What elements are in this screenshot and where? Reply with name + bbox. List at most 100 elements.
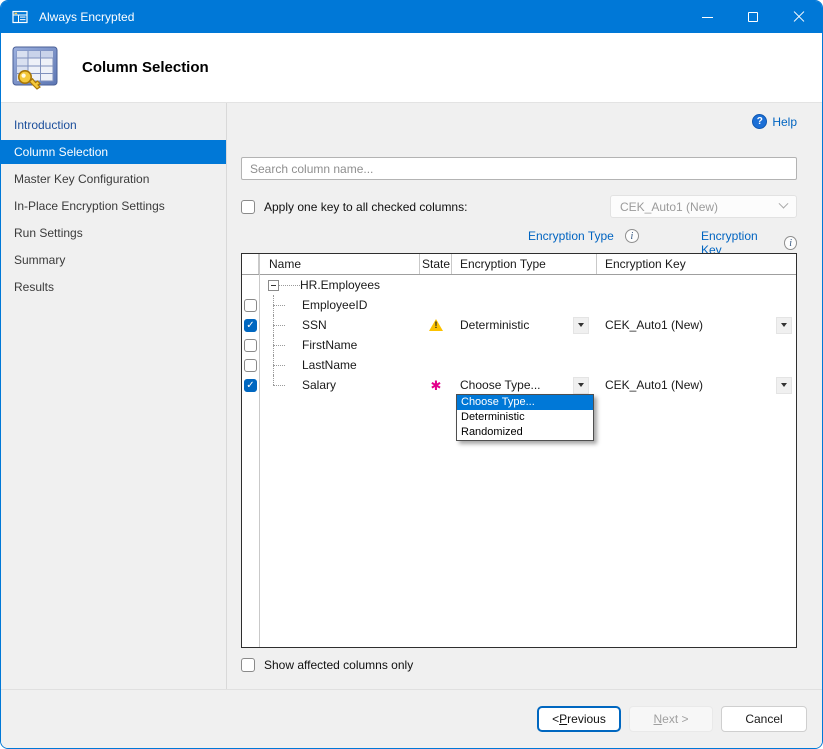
encryption-key-dropdown-button[interactable]	[776, 377, 792, 394]
encryption-key-dropdown-button[interactable]	[776, 317, 792, 334]
name-cell: Salary	[259, 375, 420, 395]
encryption-key-cell	[597, 355, 796, 375]
encryption-key-value: CEK_Auto1 (New)	[605, 318, 776, 332]
table-name: HR.Employees	[300, 278, 380, 292]
tree-connector	[273, 375, 274, 385]
encryption-key-cell	[597, 275, 796, 295]
dropdown-option-choose-type[interactable]: Choose Type...	[457, 395, 593, 410]
row-checkbox-cell: ✓	[242, 319, 259, 332]
titlebar: Always Encrypted	[1, 1, 822, 33]
row-checkbox[interactable]	[244, 339, 257, 352]
cek-select-value: CEK_Auto1 (New)	[620, 200, 718, 214]
grid-group-row[interactable]: HR.Employees	[242, 275, 796, 295]
header-name: Name	[259, 254, 420, 274]
dropdown-arrow-icon	[781, 383, 787, 387]
row-checkbox[interactable]: ✓	[244, 319, 257, 332]
encryption-type-cell	[452, 275, 597, 295]
maximize-button[interactable]	[730, 1, 776, 33]
column-info-links-row: Encryption Type i Encryption Key i	[241, 229, 797, 245]
grid-row-firstname[interactable]: FirstName	[242, 335, 796, 355]
encryption-key-cell	[597, 295, 796, 315]
show-affected-label: Show affected columns only	[264, 658, 413, 672]
help-icon: ?	[752, 114, 767, 129]
name-cell: SSN	[259, 315, 420, 335]
app-icon	[12, 9, 29, 25]
encryption-key-cell: CEK_Auto1 (New)	[597, 315, 796, 335]
grid-row-ssn[interactable]: ✓SSN! Deterministic CEK_Auto1 (New)	[242, 315, 796, 335]
sidebar-item-summary[interactable]: Summary	[1, 248, 226, 272]
dropdown-arrow-icon	[781, 323, 787, 327]
sidebar-item-results[interactable]: Results	[1, 275, 226, 299]
cancel-button[interactable]: Cancel	[721, 706, 807, 732]
show-affected-checkbox[interactable]	[241, 658, 255, 672]
columns-grid: Name State Encryption Type Encryption Ke…	[241, 253, 797, 648]
previous-button[interactable]: < Previous	[537, 706, 621, 732]
cek-select-disabled[interactable]: CEK_Auto1 (New)	[610, 195, 797, 218]
header-encryption-type: Encryption Type	[452, 254, 597, 274]
column-name: Salary	[302, 378, 336, 392]
encryption-key-value: CEK_Auto1 (New)	[605, 378, 776, 392]
sidebar-item-column-selection[interactable]: Column Selection	[1, 140, 226, 164]
sidebar-item-master-key-configuration[interactable]: Master Key Configuration	[1, 167, 226, 191]
caption-buttons	[684, 1, 822, 33]
name-cell: FirstName	[259, 335, 420, 355]
encryption-type-link-group: Encryption Type i	[528, 229, 639, 243]
grid-row-employeeid[interactable]: EmployeeID	[242, 295, 796, 315]
state-cell	[420, 335, 452, 355]
minimize-button[interactable]	[684, 1, 730, 33]
close-button[interactable]	[776, 1, 822, 33]
sidebar-item-introduction[interactable]: Introduction	[1, 113, 226, 137]
grid-row-salary[interactable]: ✓Salary✱Choose Type...CEK_Auto1 (New)	[242, 375, 796, 395]
encryption-type-cell	[452, 355, 597, 375]
sidebar-item-in-place-encryption-settings[interactable]: In-Place Encryption Settings	[1, 194, 226, 218]
encryption-key-info-icon[interactable]: i	[784, 236, 797, 250]
help-row: ? Help	[241, 114, 797, 129]
encryption-type-dropdown-popup: Choose Type...DeterministicRandomized	[456, 394, 594, 441]
warning-icon: !	[429, 319, 443, 331]
header-checkbox-column	[242, 254, 259, 274]
encryption-type-dropdown-button[interactable]	[573, 377, 589, 394]
state-cell	[420, 275, 452, 295]
dropdown-option-randomized[interactable]: Randomized	[457, 425, 593, 440]
grid-header: Name State Encryption Type Encryption Ke…	[242, 254, 796, 275]
tree-connector	[279, 285, 300, 286]
page-header: Column Selection	[1, 33, 822, 102]
next-button[interactable]: Next >	[629, 706, 713, 732]
state-cell: !	[420, 315, 452, 335]
table-with-key-icon	[11, 44, 59, 92]
dropdown-option-deterministic[interactable]: Deterministic	[457, 410, 593, 425]
row-checkbox[interactable]	[244, 299, 257, 312]
tree-collapse-toggle[interactable]	[268, 280, 279, 291]
encryption-key-cell: CEK_Auto1 (New)	[597, 375, 796, 395]
sidebar-item-run-settings[interactable]: Run Settings	[1, 221, 226, 245]
row-checkbox-cell: ✓	[242, 379, 259, 392]
grid-row-lastname[interactable]: LastName	[242, 355, 796, 375]
tree-connector	[273, 345, 285, 346]
column-selection-pane: ? Help Apply one key to all checked colu…	[227, 103, 822, 689]
tree-connector	[273, 365, 285, 366]
search-column-input[interactable]	[241, 157, 797, 180]
window-title: Always Encrypted	[39, 10, 134, 24]
row-checkbox[interactable]: ✓	[244, 379, 257, 392]
tree-connector	[273, 325, 285, 326]
column-name: LastName	[302, 358, 357, 372]
grid-body: HR.EmployeesEmployeeID✓SSN!Deterministic…	[242, 275, 796, 395]
encryption-type-link[interactable]: Encryption Type	[528, 229, 614, 243]
encryption-type-cell: Deterministic	[452, 315, 597, 335]
encryption-type-cell	[452, 295, 597, 315]
help-link[interactable]: Help	[772, 115, 797, 129]
encryption-type-info-icon[interactable]: i	[625, 229, 639, 243]
wizard-body: Introduction Column Selection Master Key C…	[1, 102, 822, 689]
close-icon	[793, 11, 805, 23]
tree-connector	[273, 385, 285, 386]
row-checkbox[interactable]	[244, 359, 257, 372]
apply-one-key-checkbox[interactable]	[241, 200, 255, 214]
state-cell	[420, 355, 452, 375]
show-affected-row: Show affected columns only	[241, 658, 797, 672]
dropdown-arrow-icon	[578, 383, 584, 387]
page-title: Column Selection	[82, 59, 209, 76]
encryption-type-dropdown-button[interactable]	[573, 317, 589, 334]
wizard-footer: < Previous Next > Cancel	[1, 689, 822, 748]
encryption-type-value: Choose Type...	[460, 378, 573, 392]
encryption-type-cell	[452, 335, 597, 355]
